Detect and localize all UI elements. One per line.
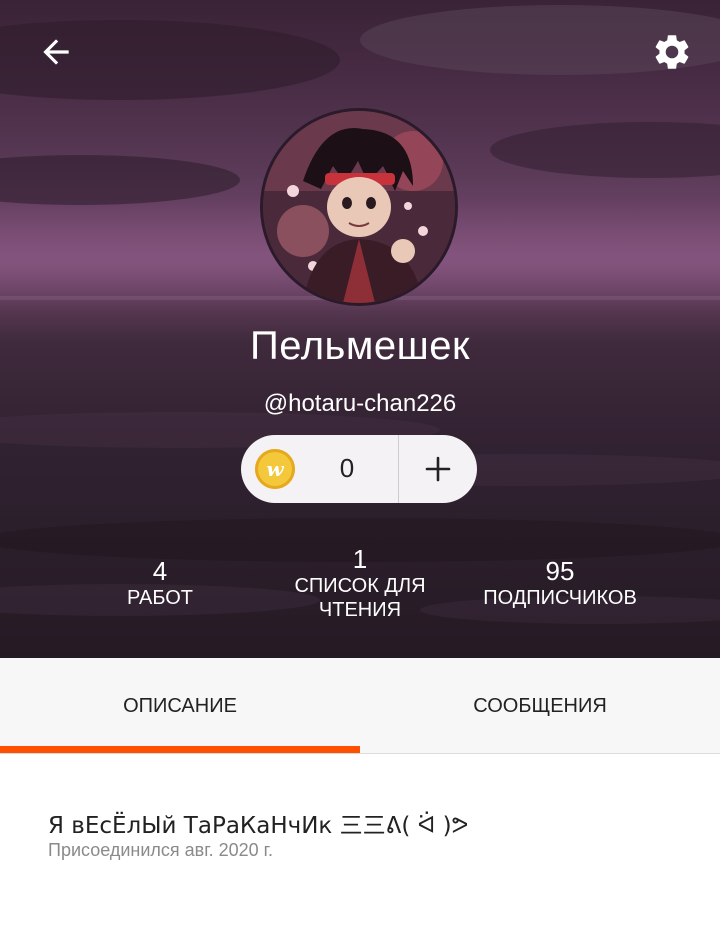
avatar[interactable]: [260, 108, 458, 306]
back-button[interactable]: [30, 26, 82, 78]
stat-followers-label: ПОДПИСЧИКОВ: [483, 587, 637, 609]
stat-reading-lists-count: 1: [352, 544, 368, 574]
arrow-left-icon: [43, 39, 69, 65]
join-date: Присоединился авг. 2020 г.: [48, 840, 273, 860]
stat-works-label: РАБОТ: [126, 587, 193, 609]
stat-reading-lists-label-line2: ЧТЕНИЯ: [318, 599, 402, 621]
tab-description[interactable]: ОПИСАНИЕ: [0, 658, 360, 754]
stat-reading-lists[interactable]: 1 СПИСОК ДЛЯ ЧТЕНИЯ: [260, 544, 460, 622]
coin-count: 0: [339, 453, 355, 483]
stat-followers-count: 95: [545, 556, 575, 586]
stat-works[interactable]: 4 РАБОТ: [80, 556, 240, 610]
add-coins-button[interactable]: [399, 435, 477, 503]
username: @hotaru-chan226: [263, 390, 457, 417]
avatar-image: [263, 111, 455, 303]
display-name: Пельмешек: [250, 324, 470, 368]
stat-reading-lists-label-line1: СПИСОК ДЛЯ: [294, 575, 426, 597]
profile-tabs: ОПИСАНИЕ СООБЩЕНИЯ: [0, 658, 720, 754]
wattpad-coin-icon: w: [255, 449, 295, 489]
gear-icon: [655, 35, 689, 69]
stat-works-count: 4: [152, 556, 168, 586]
active-tab-indicator: [0, 746, 360, 753]
profile-bio: Я вЕсЁлЫй ТаРаКаНчИк 三三ᕕ( ᐛ )ᕗ: [48, 813, 469, 839]
coin-balance-widget: w 0: [241, 435, 477, 503]
plus-icon: [425, 456, 451, 482]
settings-button[interactable]: [646, 26, 698, 78]
stat-followers[interactable]: 95 ПОДПИСЧИКОВ: [460, 556, 660, 610]
tab-messages[interactable]: СООБЩЕНИЯ: [360, 658, 720, 754]
profile-header: Пельмешек @hotaru-chan226 w 0 4 РАБОТ 1 …: [0, 0, 720, 658]
